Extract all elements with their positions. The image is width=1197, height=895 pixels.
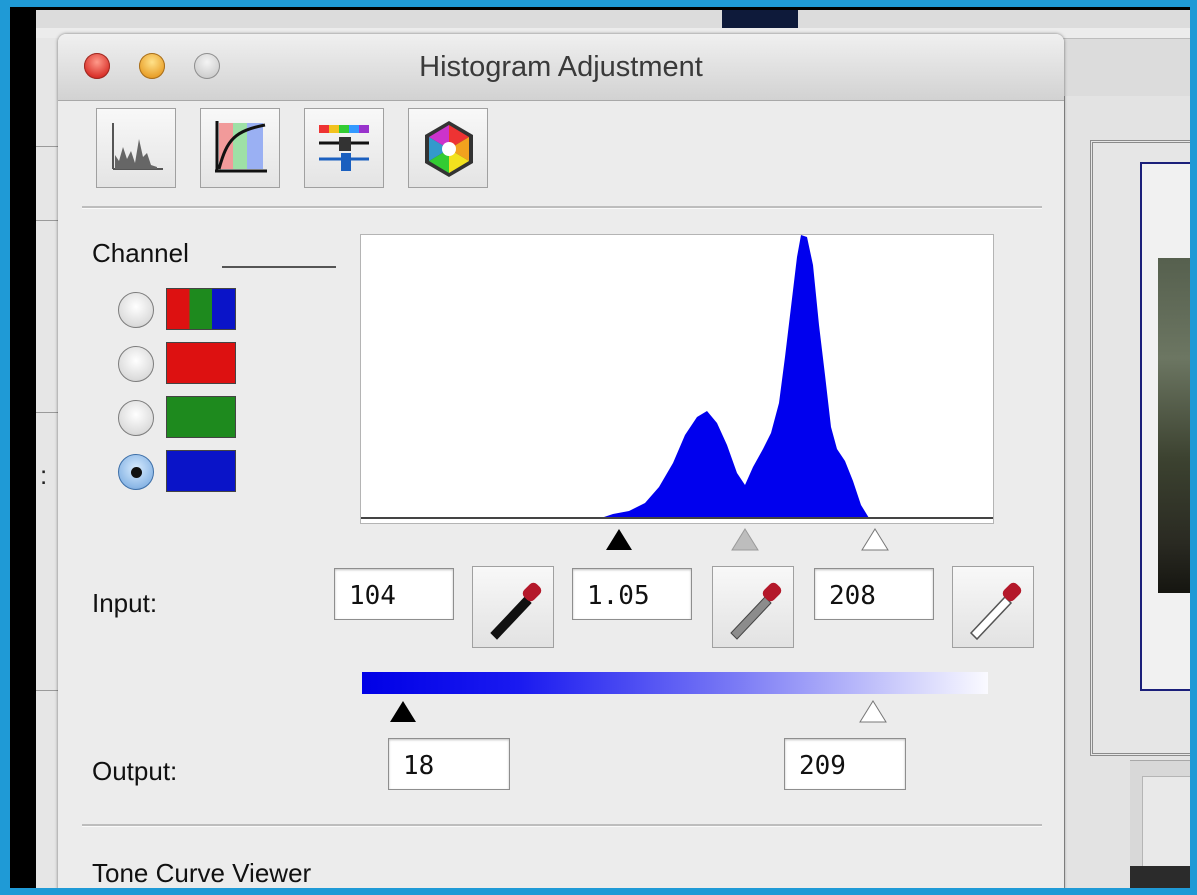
gray-eyedropper-button[interactable] (712, 566, 794, 648)
channel-green-swatch[interactable] (166, 396, 236, 438)
histogram-adjustment-window: Histogram Adjustment Channel Input: 104 … (58, 34, 1064, 888)
output-black-field[interactable]: 18 (388, 738, 510, 790)
channel-red-radio[interactable] (118, 346, 154, 382)
channel-label: Channel (92, 238, 189, 268)
input-gamma-field[interactable]: 1.05 (572, 568, 692, 620)
input-white-field[interactable]: 208 (814, 568, 934, 620)
input-label: Input: (92, 588, 158, 618)
tone-curve-icon (215, 121, 267, 173)
input-black-point-marker[interactable] (604, 528, 634, 552)
channel-red-swatch[interactable] (166, 342, 236, 384)
output-white-field[interactable]: 209 (784, 738, 906, 790)
output-label: Output: (92, 756, 178, 786)
histogram-fill (601, 235, 869, 518)
white-eyedropper-icon (969, 582, 1022, 641)
color-balance-icon (319, 125, 369, 171)
radio-selected-dot (131, 467, 142, 478)
black-eyedropper-button[interactable] (472, 566, 554, 648)
channel-label-rule (222, 266, 336, 268)
black-eyedropper-icon (490, 582, 542, 640)
histogram-icon (112, 123, 163, 170)
title-bar[interactable]: Histogram Adjustment (58, 34, 1064, 101)
channel-blue-swatch[interactable] (166, 450, 236, 492)
histogram-plot (360, 234, 994, 524)
channel-rgb-swatch[interactable] (166, 288, 236, 330)
tone-curve-tool-button[interactable] (200, 108, 280, 188)
channel-green-radio[interactable] (118, 400, 154, 436)
preview-thumbnail (1130, 866, 1190, 888)
background-colon: : (40, 460, 48, 490)
input-black-field[interactable]: 104 (334, 568, 454, 620)
channel-rgb-radio[interactable] (118, 292, 154, 328)
window-title: Histogram Adjustment (419, 51, 703, 83)
gray-eyedropper-icon (730, 582, 782, 640)
input-gamma-marker[interactable] (730, 528, 760, 552)
hue-tool-button[interactable] (408, 108, 488, 188)
input-white-point-marker[interactable] (860, 528, 890, 552)
toolbar-separator (82, 206, 1042, 209)
preview-lower-box (1142, 776, 1190, 873)
output-white-point-marker[interactable] (858, 700, 888, 724)
tone-curve-viewer-label[interactable]: Tone Curve Viewer (92, 858, 311, 888)
channel-blue-radio[interactable] (118, 454, 154, 490)
white-eyedropper-button[interactable] (952, 566, 1034, 648)
color-balance-tool-button[interactable] (304, 108, 384, 188)
hue-wheel-icon (425, 121, 473, 177)
output-gradient-bar (362, 672, 988, 694)
histogram-tool-button[interactable] (96, 108, 176, 188)
screen-frame: : Histogram Adjustment Channel Input: 10… (0, 0, 1197, 895)
section-separator (82, 824, 1042, 827)
image-preview-photo (1158, 258, 1190, 593)
output-black-point-marker[interactable] (388, 700, 418, 724)
